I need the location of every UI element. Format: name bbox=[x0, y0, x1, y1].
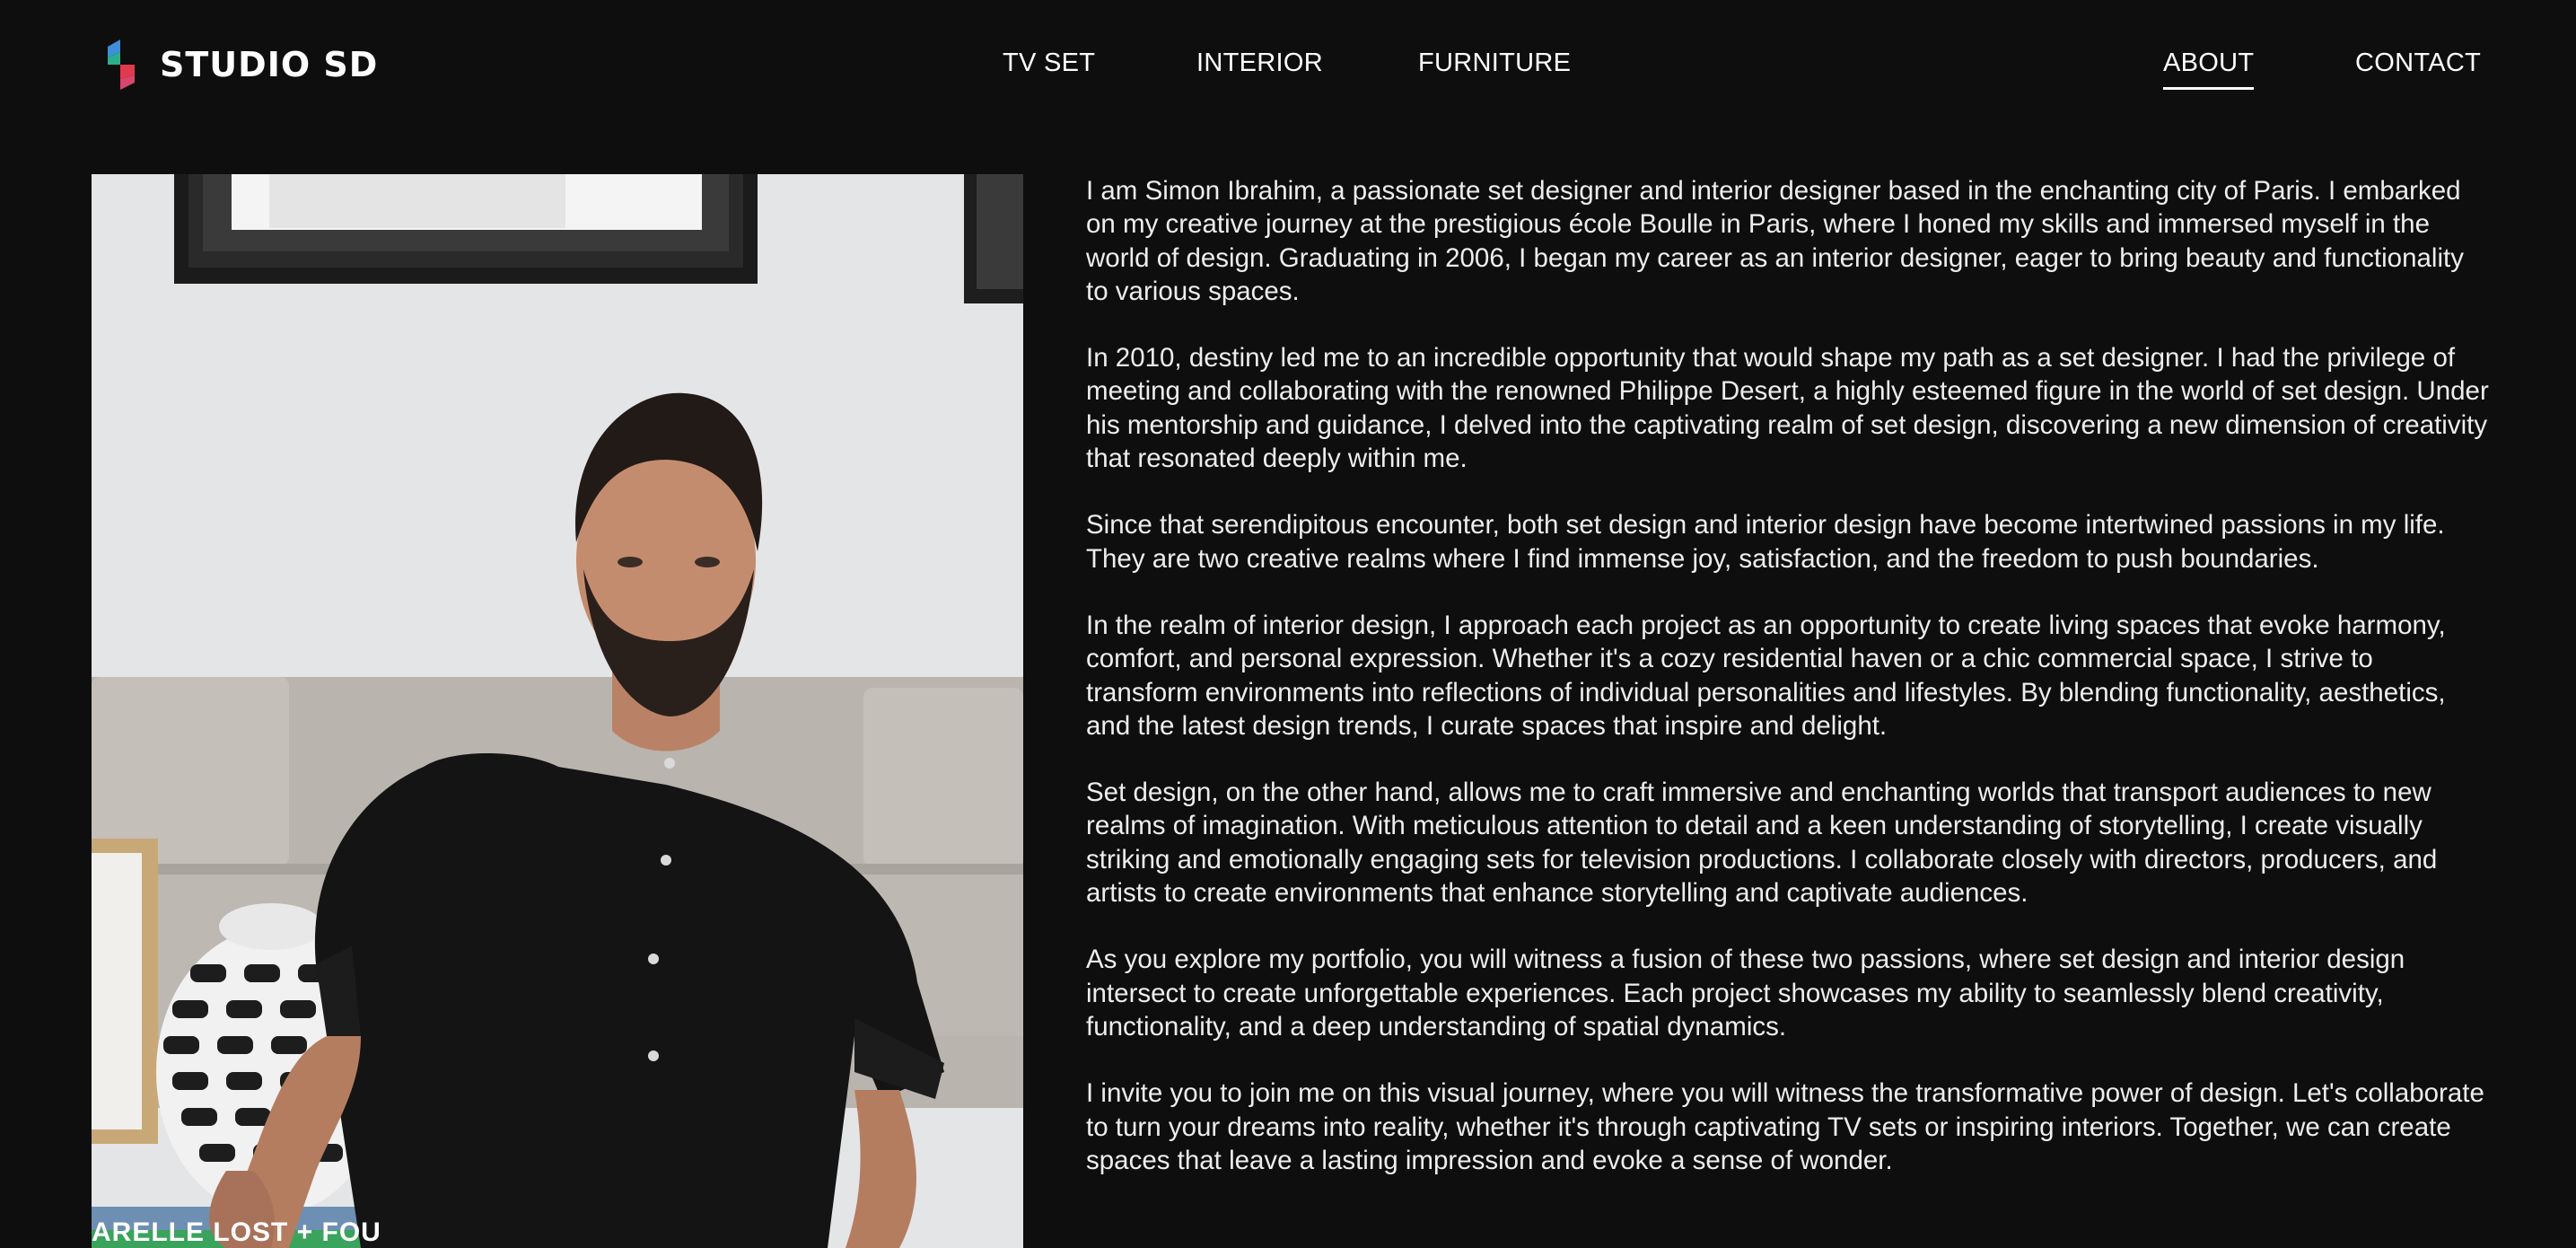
nav-item-tv-set[interactable]: TV SET bbox=[1003, 47, 1095, 79]
about-bio: I am Simon Ibrahim, a passionate set des… bbox=[1086, 174, 2492, 1210]
nav-item-interior[interactable]: INTERIOR bbox=[1196, 47, 1323, 79]
bio-paragraph: I invite you to join me on this visual j… bbox=[1086, 1078, 2484, 1175]
bio-paragraph: In the realm of interior design, I appro… bbox=[1086, 610, 2446, 741]
site-header: STUDIO SD TV SET INTERIOR FURNITURE ABOU… bbox=[0, 0, 2576, 126]
portrait-photo: ARELLE LOST + FOU bbox=[92, 174, 1023, 1248]
book-spine-text: ARELLE LOST + FOU bbox=[92, 1217, 381, 1247]
bio-paragraph: Since that serendipitous encounter, both… bbox=[1086, 510, 2445, 574]
nav-item-contact[interactable]: CONTACT bbox=[2355, 47, 2481, 79]
about-page: STUDIO SD TV SET INTERIOR FURNITURE ABOU… bbox=[0, 0, 2576, 1248]
nav-item-about[interactable]: ABOUT bbox=[2163, 47, 2255, 90]
bio-paragraph: As you explore my portfolio, you will wi… bbox=[1086, 945, 2405, 1041]
bio-paragraph: Set design, on the other hand, allows me… bbox=[1086, 778, 2438, 909]
portrait-illustration bbox=[92, 174, 1023, 1248]
main-nav: TV SET INTERIOR FURNITURE ABOUT CONTACT bbox=[0, 47, 2576, 90]
bio-paragraph: In 2010, destiny led me to an incredible… bbox=[1086, 343, 2489, 474]
bio-paragraph: I am Simon Ibrahim, a passionate set des… bbox=[1086, 176, 2464, 306]
nav-item-furniture[interactable]: FURNITURE bbox=[1418, 47, 1571, 79]
